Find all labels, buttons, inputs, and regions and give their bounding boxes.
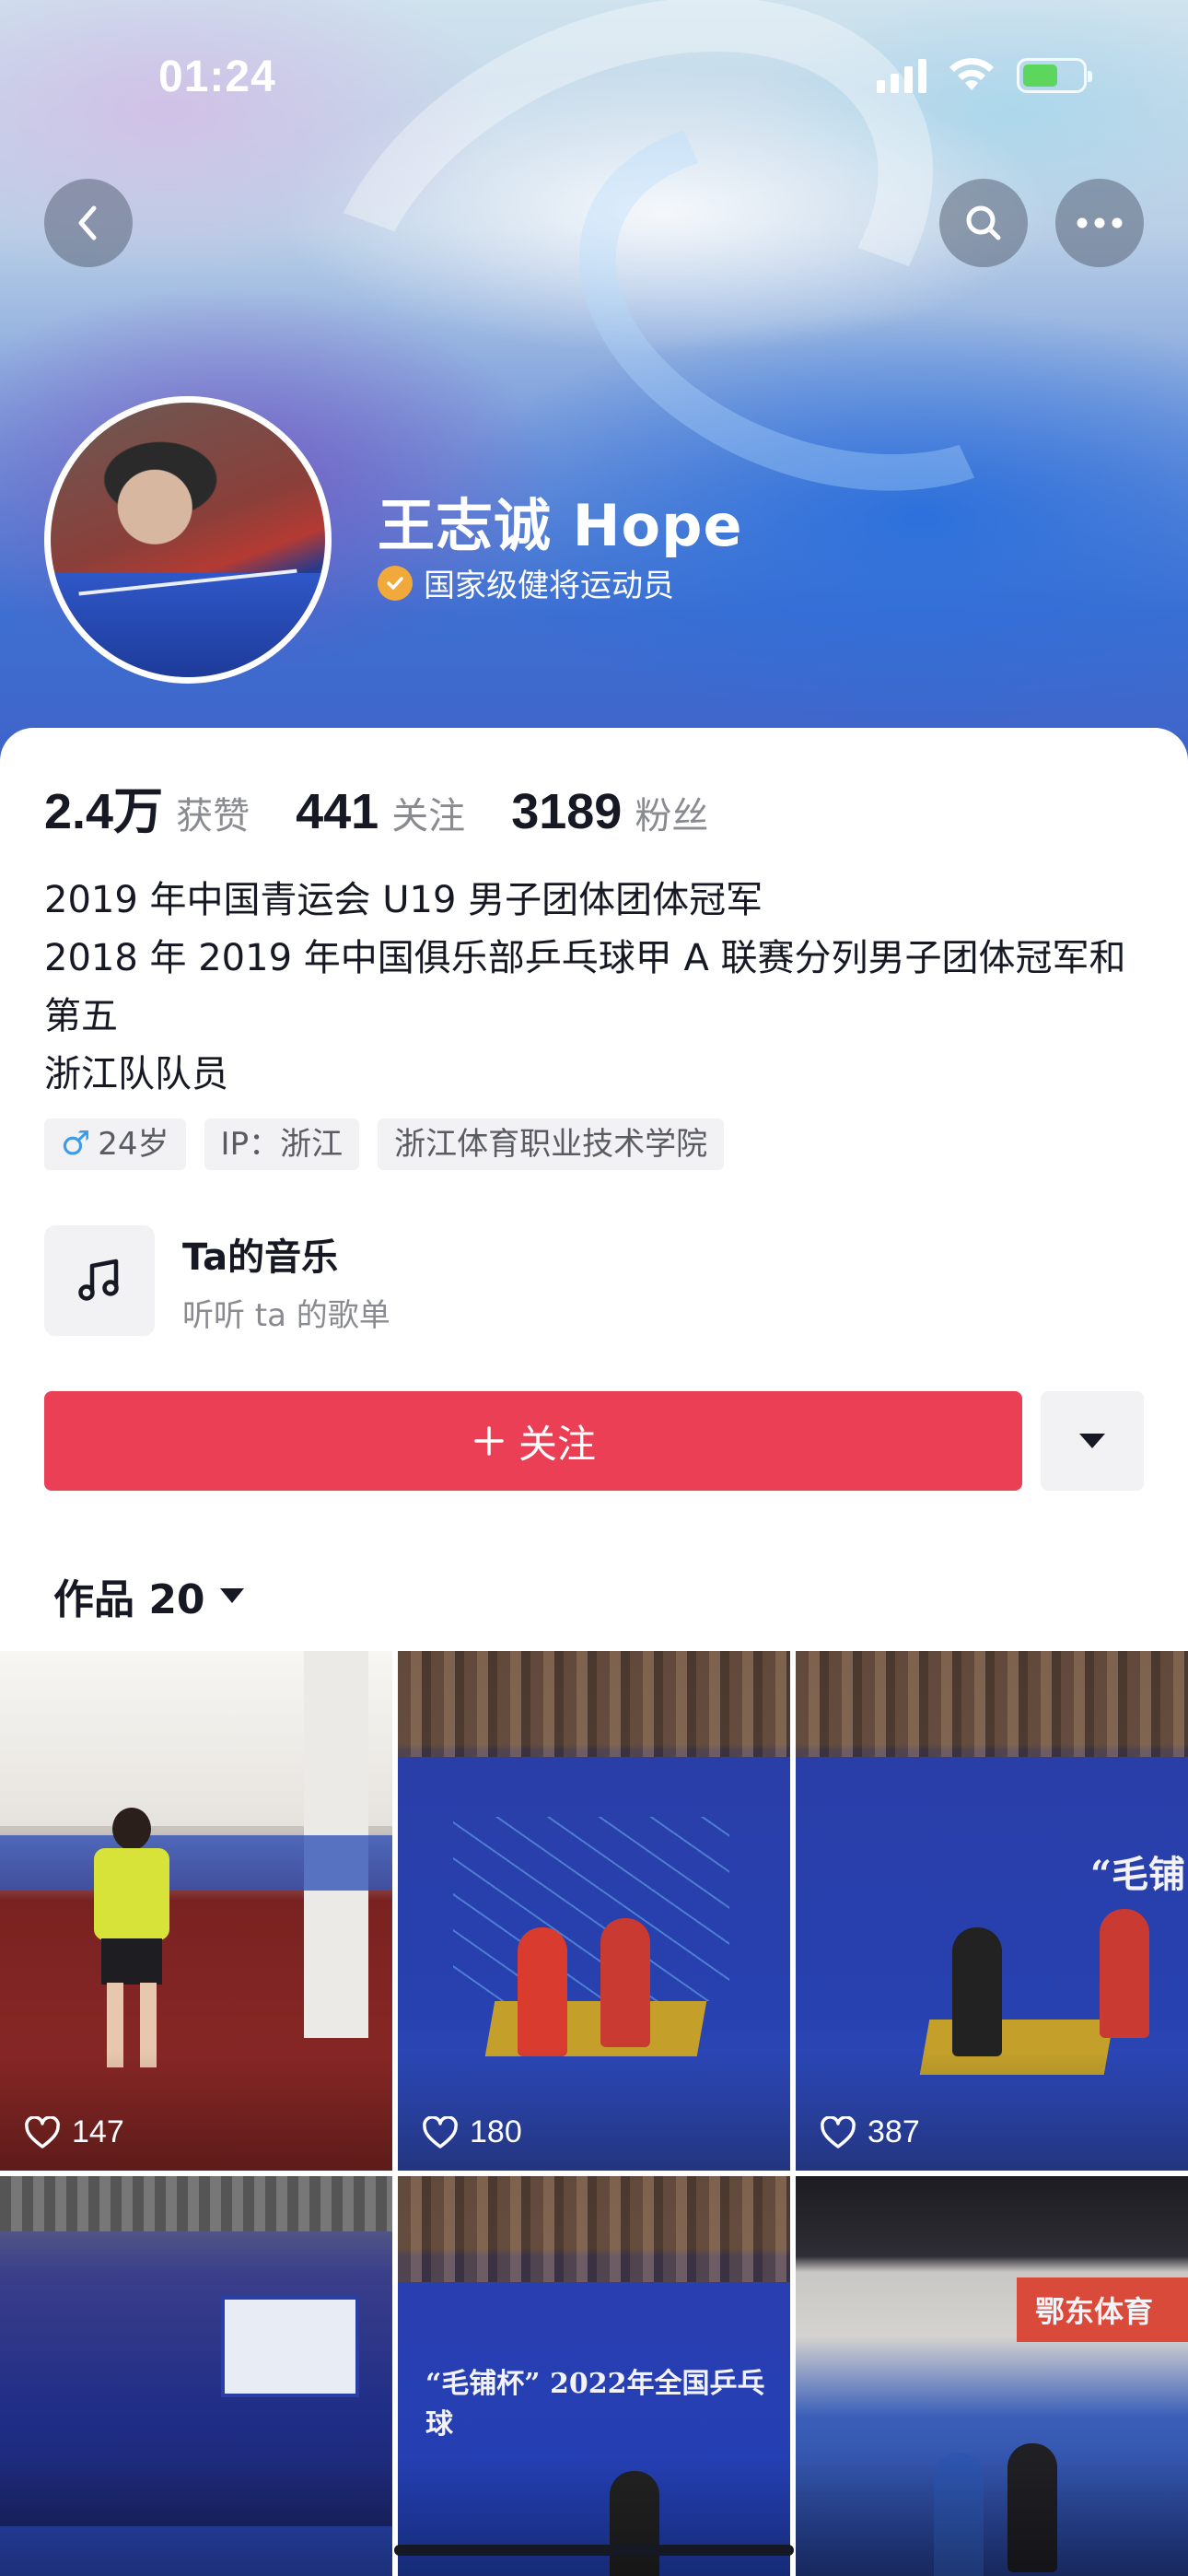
like-count: 147 — [24, 2114, 124, 2150]
stat-likes[interactable]: 2.4万 获赞 — [44, 770, 250, 843]
stat-label: 关注 — [391, 795, 466, 837]
video-thumbnail[interactable]: “毛铺 387 — [796, 1651, 1188, 2171]
school-tag[interactable]: 浙江体育职业技术学院 — [378, 1118, 725, 1170]
male-icon: ♂ — [61, 1125, 91, 1163]
chevron-left-icon — [78, 205, 97, 240]
video-thumbnail[interactable] — [0, 2176, 392, 2576]
follow-button[interactable]: 关注 — [44, 1391, 1022, 1491]
thumbnail-banner-lines — [453, 1817, 729, 2001]
stat-value: 2.4万 — [44, 784, 164, 839]
profile-name: 王志诚 Hope — [378, 492, 743, 559]
bio-line: 浙江队队员 — [44, 1053, 228, 1095]
video-thumbnail[interactable]: 147 — [0, 1651, 392, 2171]
verification-text: 国家级健将运动员 — [424, 568, 674, 604]
music-title: Ta的音乐 — [182, 1235, 339, 1279]
heart-icon — [423, 2115, 458, 2149]
wifi-icon — [949, 58, 994, 90]
works-tab[interactable]: 作品 20 — [53, 1566, 246, 1625]
search-icon — [966, 205, 1001, 240]
music-subtitle: 听听 ta 的歌单 — [182, 1296, 390, 1334]
heart-icon — [821, 2115, 856, 2149]
profile-bio: 2019 年中国青运会 U19 男子团体团体冠军 2018 年 2019 年中国… — [44, 872, 1149, 1104]
video-grid: 147 180 “毛铺 387 “毛铺杯” 2022年全国乒乓球 鄂东体育 — [0, 1651, 1188, 2576]
video-thumbnail[interactable]: “毛铺杯” 2022年全国乒乓球 — [398, 2176, 790, 2576]
music-entry[interactable]: Ta的音乐 听听 ta 的歌单 — [44, 1225, 390, 1336]
status-icons — [877, 57, 1092, 94]
video-thumbnail[interactable]: 180 — [398, 1651, 790, 2171]
heart-icon — [25, 2115, 60, 2149]
like-count: 387 — [820, 2114, 920, 2150]
home-indicator[interactable] — [394, 2545, 794, 2556]
profile-tags: ♂ 24岁 IP：浙江 浙江体育职业技术学院 — [44, 1118, 725, 1170]
stat-label: 粉丝 — [635, 795, 709, 837]
follow-label: 关注 — [518, 1421, 596, 1467]
stat-value: 441 — [296, 784, 379, 839]
music-note-icon — [44, 1225, 155, 1336]
thumbnail-banner-text: “毛铺 — [1090, 1853, 1186, 1896]
stat-followers[interactable]: 3189 粉丝 — [511, 783, 708, 840]
thumbnail-sign-text: 鄂东体育 — [1035, 2294, 1154, 2329]
plus-icon — [474, 1426, 504, 1456]
age-text: 24岁 — [98, 1126, 169, 1163]
bio-line: 第五 — [44, 995, 118, 1037]
more-horizontal-icon — [1077, 217, 1123, 228]
stat-following[interactable]: 441 关注 — [296, 783, 465, 840]
caret-down-icon — [219, 1588, 244, 1603]
age-tag: ♂ 24岁 — [44, 1118, 186, 1170]
profile-stats: 2.4万 获赞 441 关注 3189 粉丝 — [44, 770, 754, 843]
cellular-signal-icon — [877, 58, 926, 93]
recommend-dropdown-button[interactable] — [1041, 1391, 1144, 1491]
works-label: 作品 20 — [53, 1576, 205, 1623]
verified-badge-icon — [378, 565, 413, 601]
avatar[interactable] — [44, 396, 332, 684]
player-figure — [81, 1808, 182, 2075]
back-button[interactable] — [44, 179, 133, 267]
more-options-button[interactable] — [1055, 179, 1144, 267]
ip-tag: IP：浙江 — [204, 1118, 360, 1170]
caret-down-icon — [1079, 1434, 1105, 1448]
battery-charging-icon — [1017, 58, 1092, 93]
profile-page: 01:24 王志诚 Hope 国家级健将运动员 2.4万 获赞 441 关注 3… — [0, 0, 1188, 2576]
search-button[interactable] — [939, 179, 1028, 267]
verification-row[interactable]: 国家级健将运动员 — [378, 560, 674, 605]
stat-value: 3189 — [511, 784, 623, 839]
status-time: 01:24 — [158, 53, 276, 101]
video-thumbnail[interactable]: 鄂东体育 — [796, 2176, 1188, 2576]
stat-label: 获赞 — [176, 795, 250, 837]
bio-line: 2018 年 2019 年中国俱乐部乒乓球甲 A 联赛分列男子团体冠军和 — [44, 937, 1126, 979]
bio-line: 2019 年中国青运会 U19 男子团体团体冠军 — [44, 879, 763, 921]
thumbnail-banner-text: “毛铺杯” 2022年全国乒乓球 — [425, 2368, 765, 2441]
like-count: 180 — [422, 2114, 522, 2150]
